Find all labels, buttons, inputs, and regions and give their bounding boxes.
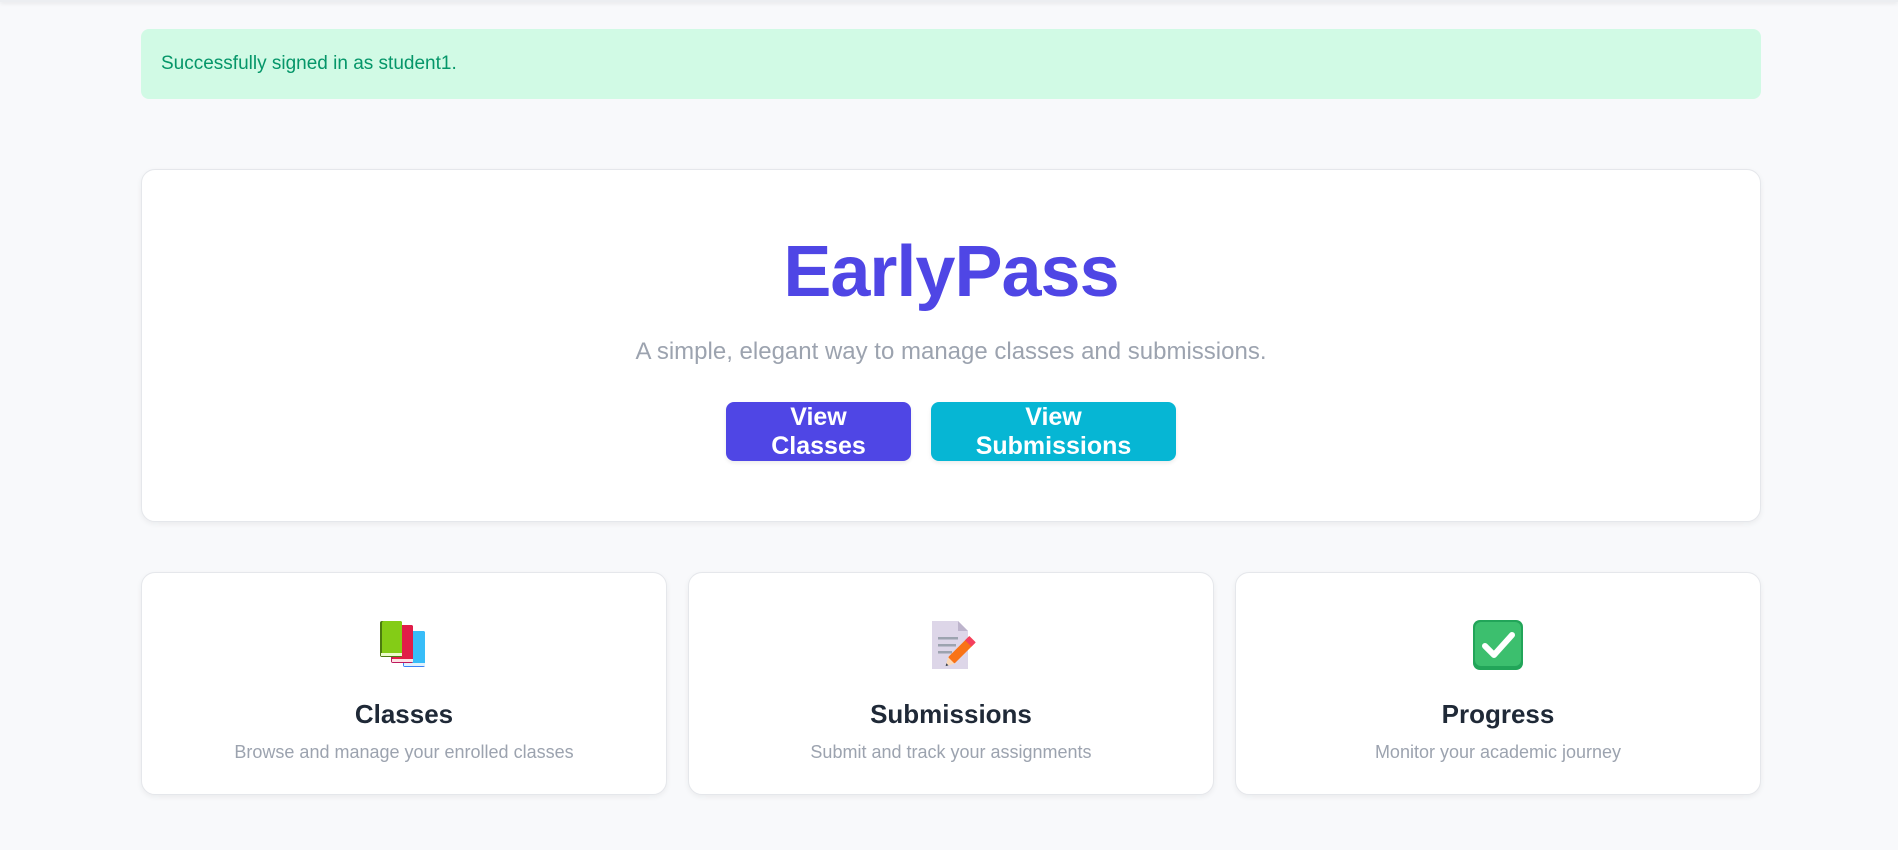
feature-description: Browse and manage your enrolled classes	[234, 742, 574, 762]
success-alert: Successfully signed in as student1.	[141, 29, 1761, 99]
feature-title: Submissions	[870, 699, 1032, 729]
feature-title: Classes	[354, 699, 454, 729]
feature-card-progress: Progress Monitor your academic journey	[1235, 572, 1761, 795]
feature-description: Submit and track your assignments	[810, 742, 1092, 762]
memo-icon	[689, 619, 1213, 671]
alert-message: Successfully signed in as student1.	[161, 53, 457, 74]
books-icon	[142, 619, 666, 671]
hero-actions: View Classes View Submissions	[142, 402, 1760, 461]
hero-subtitle: A simple, elegant way to manage classes …	[635, 338, 1267, 365]
top-nav-edge	[0, 0, 1898, 2]
feature-description: Monitor your academic journey	[1374, 742, 1622, 762]
view-classes-button[interactable]: View Classes	[726, 402, 911, 461]
check-mark-icon	[1236, 619, 1760, 671]
view-submissions-button[interactable]: View Submissions	[931, 402, 1176, 461]
feature-card-classes: Classes Browse and manage your enrolled …	[141, 572, 667, 795]
feature-card-submissions: Submissions Submit and track your assign…	[688, 572, 1214, 795]
feature-title: Progress	[1441, 699, 1555, 729]
page-title: EarlyPass	[783, 232, 1119, 312]
hero-card: EarlyPass A simple, elegant way to manag…	[141, 169, 1761, 522]
